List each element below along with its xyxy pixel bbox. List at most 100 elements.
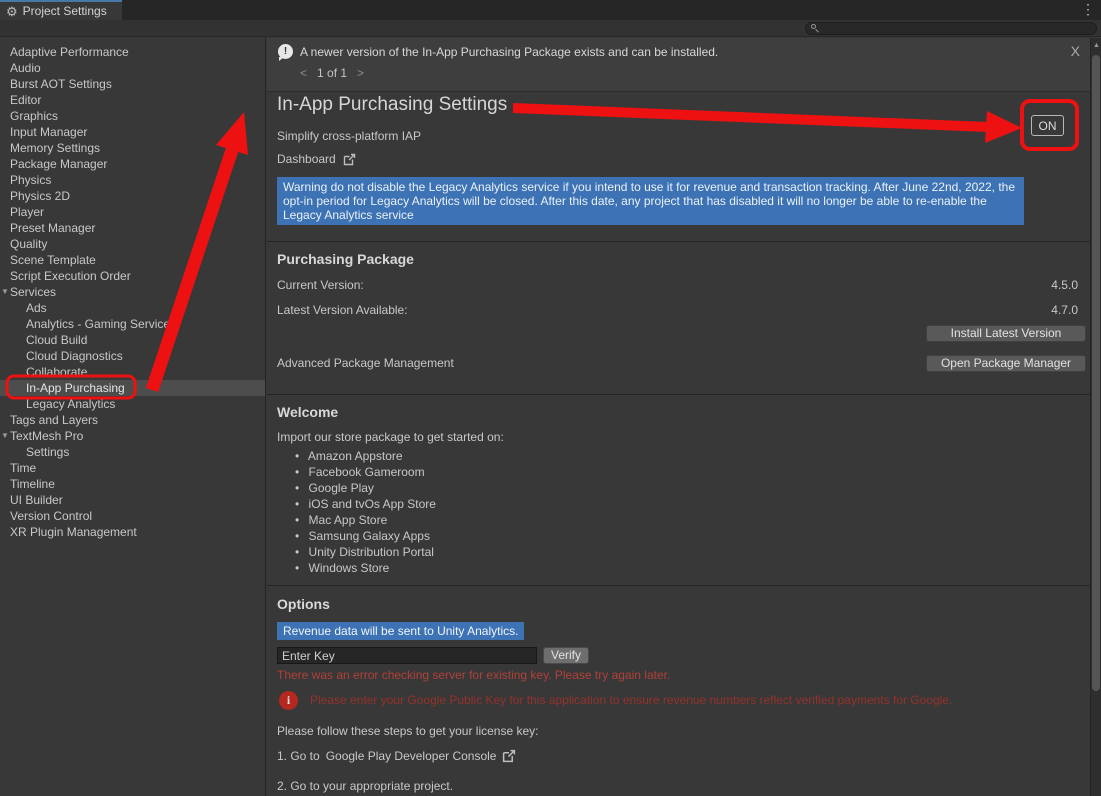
sidebar-item[interactable]: ▼ Time	[0, 460, 265, 476]
sidebar-item[interactable]: ▼ Adaptive Performance	[0, 44, 265, 60]
sidebar-item[interactable]: ▼ TextMesh Pro	[0, 428, 265, 444]
bullet-icon: •	[295, 560, 299, 576]
notification-text: A newer version of the In-App Purchasing…	[300, 45, 718, 59]
kebab-menu-icon[interactable]: ⋮	[1081, 1, 1095, 18]
pager-label: 1 of 1	[317, 66, 347, 80]
scrollbar-thumb[interactable]	[1092, 55, 1100, 691]
pager-next-icon[interactable]: >	[357, 66, 364, 80]
sidebar-item-label: Time	[10, 461, 36, 475]
sidebar-item-label: Graphics	[10, 109, 58, 123]
sidebar-item-label: Input Manager	[10, 125, 87, 139]
sidebar-item[interactable]: ▼ Version Control	[0, 508, 265, 524]
sidebar-item-label: Ads	[26, 301, 47, 315]
tab-project-settings[interactable]: ⚙ Project Settings	[0, 0, 122, 20]
sidebar-item[interactable]: ▼ Script Execution Order	[0, 268, 265, 284]
store-list-item: • Samsung Galaxy Apps	[267, 528, 436, 544]
google-key-warning: Please enter your Google Public Key for …	[310, 693, 952, 707]
title-bar: ⚙ Project Settings ⋮	[0, 0, 1101, 20]
sidebar-item[interactable]: ▼ Input Manager	[0, 124, 265, 140]
sidebar-item-label: XR Plugin Management	[10, 525, 137, 539]
bullet-icon: •	[295, 528, 299, 544]
sidebar-item-label: Script Execution Order	[10, 269, 131, 283]
foldout-icon[interactable]: ▼	[1, 284, 9, 300]
vertical-scrollbar[interactable]: ▲	[1090, 38, 1101, 796]
sidebar-item-label: Collaborate	[26, 365, 87, 379]
sidebar-item[interactable]: ▼ Package Manager	[0, 156, 265, 172]
sidebar-item[interactable]: ▼ Burst AOT Settings	[0, 76, 265, 92]
sidebar-item-label: Memory Settings	[10, 141, 100, 155]
pager-prev-icon[interactable]: <	[300, 66, 307, 80]
sidebar-item[interactable]: ▼ Services	[0, 284, 265, 300]
store-name: Mac App Store	[309, 513, 388, 527]
close-icon[interactable]: X	[1071, 43, 1080, 59]
bullet-icon: •	[295, 480, 299, 496]
sidebar-item[interactable]: ▼ Settings	[0, 444, 265, 460]
sidebar-item-label: Legacy Analytics	[26, 397, 115, 411]
sidebar-item[interactable]: ▼ Player	[0, 204, 265, 220]
scroll-up-icon[interactable]: ▲	[1092, 42, 1101, 49]
sidebar-item[interactable]: ▼ XR Plugin Management	[0, 524, 265, 540]
legacy-analytics-warning: Warning do not disable the Legacy Analyt…	[277, 177, 1024, 225]
sidebar-item[interactable]: ▼ Quality	[0, 236, 265, 252]
store-name: Amazon Appstore	[308, 449, 403, 463]
bullet-icon: •	[295, 464, 299, 480]
store-name: Google Play	[309, 481, 374, 495]
sidebar-item-label: Cloud Build	[26, 333, 87, 347]
sidebar-item[interactable]: ▼ Preset Manager	[0, 220, 265, 236]
sidebar-item[interactable]: ▼ Ads	[0, 300, 265, 316]
store-list: • Amazon Appstore • Facebook Gameroom • …	[267, 448, 436, 576]
notification-banner: ! A newer version of the In-App Purchasi…	[267, 38, 1090, 92]
red-info-icon: i	[279, 691, 298, 710]
sidebar-item-label: Version Control	[10, 509, 92, 523]
external-link-icon[interactable]	[343, 153, 356, 166]
sidebar-item-label: Package Manager	[10, 157, 107, 171]
open-package-manager-button[interactable]: Open Package Manager	[926, 355, 1086, 372]
sidebar-item-label: Burst AOT Settings	[10, 77, 112, 91]
store-name: Facebook Gameroom	[309, 465, 425, 479]
sidebar-item-label: Audio	[10, 61, 41, 75]
dashboard-link[interactable]: Dashboard	[277, 152, 336, 166]
revenue-note: Revenue data will be sent to Unity Analy…	[277, 622, 524, 640]
sidebar-item[interactable]: ▼ Timeline	[0, 476, 265, 492]
sidebar-item[interactable]: ▼ Collaborate	[0, 364, 265, 380]
notification-bubble-icon: !	[278, 44, 293, 59]
notification-pager: < 1 of 1 >	[300, 66, 364, 80]
sidebar-item[interactable]: ▼ Cloud Build	[0, 332, 265, 348]
current-version-value: 4.5.0	[1051, 278, 1078, 292]
bullet-icon: •	[295, 544, 299, 560]
foldout-icon[interactable]: ▼	[1, 428, 9, 444]
sidebar-item[interactable]: ▼ Memory Settings	[0, 140, 265, 156]
sidebar-item[interactable]: ▼ Tags and Layers	[0, 412, 265, 428]
sidebar-item[interactable]: ▼ Physics	[0, 172, 265, 188]
search-icon	[811, 24, 820, 33]
store-list-item: • Unity Distribution Portal	[267, 544, 436, 560]
sidebar-item-label: Timeline	[10, 477, 55, 491]
install-latest-version-button[interactable]: Install Latest Version	[926, 325, 1086, 342]
sidebar-item[interactable]: ▼ Graphics	[0, 108, 265, 124]
store-list-item: • Amazon Appstore	[267, 448, 436, 464]
iap-on-toggle[interactable]: ON	[1031, 115, 1064, 136]
sidebar-item[interactable]: ▼ Analytics - Gaming Services	[0, 316, 265, 332]
store-name: Windows Store	[309, 561, 390, 575]
advanced-package-management-label: Advanced Package Management	[277, 356, 454, 370]
step2-text: 2. Go to your appropriate project.	[277, 779, 453, 793]
google-play-console-link[interactable]: Google Play Developer Console	[326, 749, 497, 763]
sidebar-item[interactable]: ▼ Audio	[0, 60, 265, 76]
latest-version-value: 4.7.0	[1051, 303, 1078, 317]
sidebar-item[interactable]: ▼ UI Builder	[0, 492, 265, 508]
sidebar-item[interactable]: ▼ Cloud Diagnostics	[0, 348, 265, 364]
current-version-label: Current Version:	[277, 278, 364, 292]
sidebar-item-label: Player	[10, 205, 44, 219]
sidebar-item[interactable]: ▼ Legacy Analytics	[0, 396, 265, 412]
sidebar-item[interactable]: ▼ In-App Purchasing	[0, 380, 265, 396]
sidebar-item[interactable]: ▼ Scene Template	[0, 252, 265, 268]
sidebar-item[interactable]: ▼ Editor	[0, 92, 265, 108]
search-input[interactable]	[805, 22, 1097, 35]
sidebar-item-label: Tags and Layers	[10, 413, 98, 427]
sidebar-item[interactable]: ▼ Physics 2D	[0, 188, 265, 204]
sidebar-item-label: TextMesh Pro	[10, 429, 83, 443]
external-link-icon[interactable]	[502, 749, 516, 763]
google-key-input[interactable]	[277, 647, 537, 664]
bullet-icon: •	[295, 512, 299, 528]
verify-button[interactable]: Verify	[543, 647, 589, 664]
